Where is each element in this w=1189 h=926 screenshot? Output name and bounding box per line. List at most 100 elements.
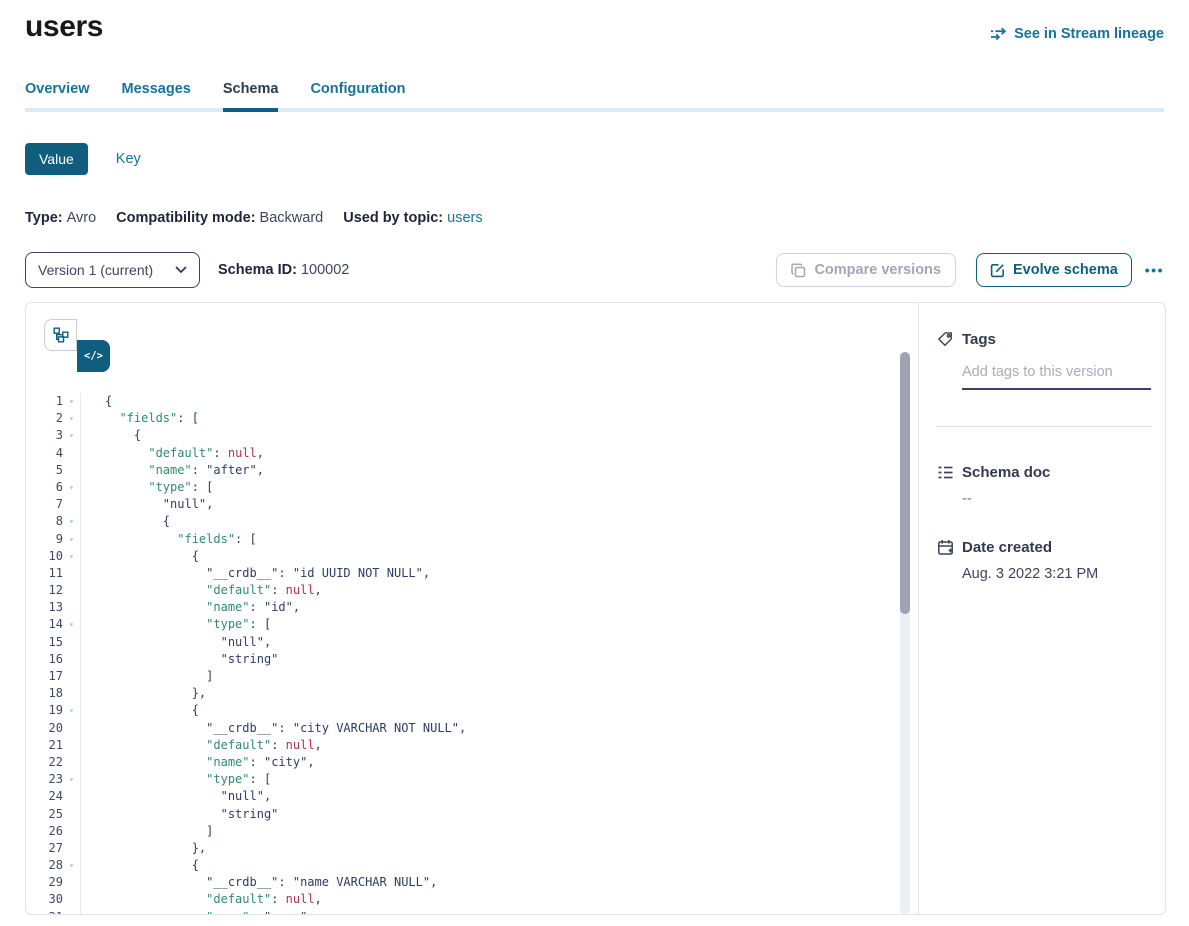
schema-doc-heading: Schema doc [937, 464, 1151, 481]
tab-schema[interactable]: Schema [223, 81, 279, 112]
fold-gutter [63, 737, 81, 754]
code-line-text: { [81, 393, 112, 410]
line-number: 11 [26, 565, 63, 582]
meta-label: Type: [25, 210, 63, 226]
code-line-text: "__crdb__": "city VARCHAR NOT NULL", [81, 720, 466, 737]
fold-toggle-icon[interactable]: ▾ [63, 616, 81, 633]
tree-view-button[interactable] [44, 319, 77, 351]
fold-gutter [63, 565, 81, 582]
compare-icon [791, 263, 806, 278]
meta-value: Backward [260, 210, 324, 226]
tree-view-icon [53, 327, 69, 343]
date-created-section: Date created Aug. 3 2022 3:21 PM [937, 539, 1151, 582]
fold-toggle-icon[interactable]: ▾ [63, 410, 81, 427]
line-number: 22 [26, 754, 63, 771]
stream-lineage-label: See in Stream lineage [1014, 26, 1164, 42]
fold-toggle-icon[interactable]: ▾ [63, 479, 81, 496]
line-number: 12 [26, 582, 63, 599]
fold-gutter [63, 823, 81, 840]
meta-item: Compatibility mode:Backward [116, 210, 323, 226]
meta-item: Used by topic:users [343, 210, 482, 226]
fold-gutter [63, 909, 81, 915]
version-select-value: Version 1 (current) [38, 262, 153, 278]
line-number: 2 [26, 410, 63, 427]
code-line: 16 "string" [26, 651, 918, 668]
line-number: 6 [26, 479, 63, 496]
line-number: 8 [26, 513, 63, 530]
fold-toggle-icon[interactable]: ▾ [63, 857, 81, 874]
code-line-text: { [81, 548, 199, 565]
fold-toggle-icon[interactable]: ▾ [63, 427, 81, 444]
meta-value: Avro [67, 210, 97, 226]
tab-configuration[interactable]: Configuration [310, 81, 405, 112]
code-line: 8▾ { [26, 513, 918, 530]
list-icon [937, 464, 954, 481]
schema-doc-heading-label: Schema doc [962, 464, 1050, 481]
line-number: 29 [26, 874, 63, 891]
schema-doc-section: Schema doc -- [937, 464, 1151, 507]
fold-gutter [63, 651, 81, 668]
code-line-text: { [81, 513, 170, 530]
meta-item: Type:Avro [25, 210, 96, 226]
calendar-plus-icon [937, 539, 954, 556]
fold-toggle-icon[interactable]: ▾ [63, 393, 81, 410]
more-options-button[interactable]: ••• [1145, 262, 1164, 278]
code-line: 2▾ "fields": [ [26, 410, 918, 427]
code-view-icon: </> [84, 350, 103, 362]
date-created-heading-label: Date created [962, 539, 1052, 556]
schema-editor: </> 1▾{2▾ "fields": [3▾ {4 "default": nu… [26, 303, 919, 914]
code-line: 15 "null", [26, 634, 918, 651]
line-number: 10 [26, 548, 63, 565]
line-number: 14 [26, 616, 63, 633]
code-line: 20 "__crdb__": "city VARCHAR NOT NULL", [26, 720, 918, 737]
fold-toggle-icon[interactable]: ▾ [63, 702, 81, 719]
code-line: 14▾ "type": [ [26, 616, 918, 633]
code-line: 12 "default": null, [26, 582, 918, 599]
code-line: 19▾ { [26, 702, 918, 719]
tab-messages[interactable]: Messages [122, 81, 191, 112]
stream-lineage-icon [990, 27, 1007, 41]
fold-gutter [63, 582, 81, 599]
code-line: 28▾ { [26, 857, 918, 874]
tab-overview[interactable]: Overview [25, 81, 90, 112]
code-line: 4 "default": null, [26, 445, 918, 462]
fold-toggle-icon[interactable]: ▾ [63, 771, 81, 788]
code-line-text: "__crdb__": "id UUID NOT NULL", [81, 565, 430, 582]
scrollbar-thumb[interactable] [900, 352, 910, 614]
stream-lineage-link[interactable]: See in Stream lineage [990, 26, 1164, 42]
tags-heading-label: Tags [962, 331, 996, 348]
key-tab-link[interactable]: Key [116, 151, 141, 167]
fold-toggle-icon[interactable]: ▾ [63, 548, 81, 565]
code-line: 26 ] [26, 823, 918, 840]
code-line: 1▾{ [26, 393, 918, 410]
code-line: 31 "name": "name", [26, 909, 918, 915]
meta-label: Used by topic: [343, 210, 443, 226]
meta-value-link[interactable]: users [447, 210, 482, 226]
code-line-text: "default": null, [81, 737, 322, 754]
fold-toggle-icon[interactable]: ▾ [63, 531, 81, 548]
editor-view-toggle: </> [44, 319, 110, 372]
version-bar: Version 1 (current) Schema ID:100002 Com… [25, 252, 1164, 288]
compare-versions-button[interactable]: Compare versions [776, 253, 956, 287]
add-tags-input[interactable] [962, 364, 1151, 390]
code-line-text: ] [81, 823, 213, 840]
line-number: 5 [26, 462, 63, 479]
evolve-schema-button[interactable]: Evolve schema [976, 253, 1132, 287]
fold-gutter [63, 634, 81, 651]
line-number: 26 [26, 823, 63, 840]
code-line-text: "null", [81, 634, 271, 651]
code-line-text: "type": [ [81, 479, 213, 496]
code-line: 18 }, [26, 685, 918, 702]
line-number: 3 [26, 427, 63, 444]
code-line: 30 "default": null, [26, 891, 918, 908]
chevron-down-icon [175, 266, 187, 274]
code-line-text: "null", [81, 788, 271, 805]
version-select[interactable]: Version 1 (current) [25, 252, 200, 288]
code-line-text: }, [81, 685, 206, 702]
code-view-button[interactable]: </> [77, 340, 110, 372]
code-editor[interactable]: 1▾{2▾ "fields": [3▾ {4 "default": null,5… [26, 393, 918, 915]
schema-meta-row: Type:Avro Compatibility mode:Backward Used… [25, 210, 1189, 226]
tab-strip [25, 108, 1164, 112]
value-tab-button[interactable]: Value [25, 143, 88, 175]
fold-toggle-icon[interactable]: ▾ [63, 513, 81, 530]
